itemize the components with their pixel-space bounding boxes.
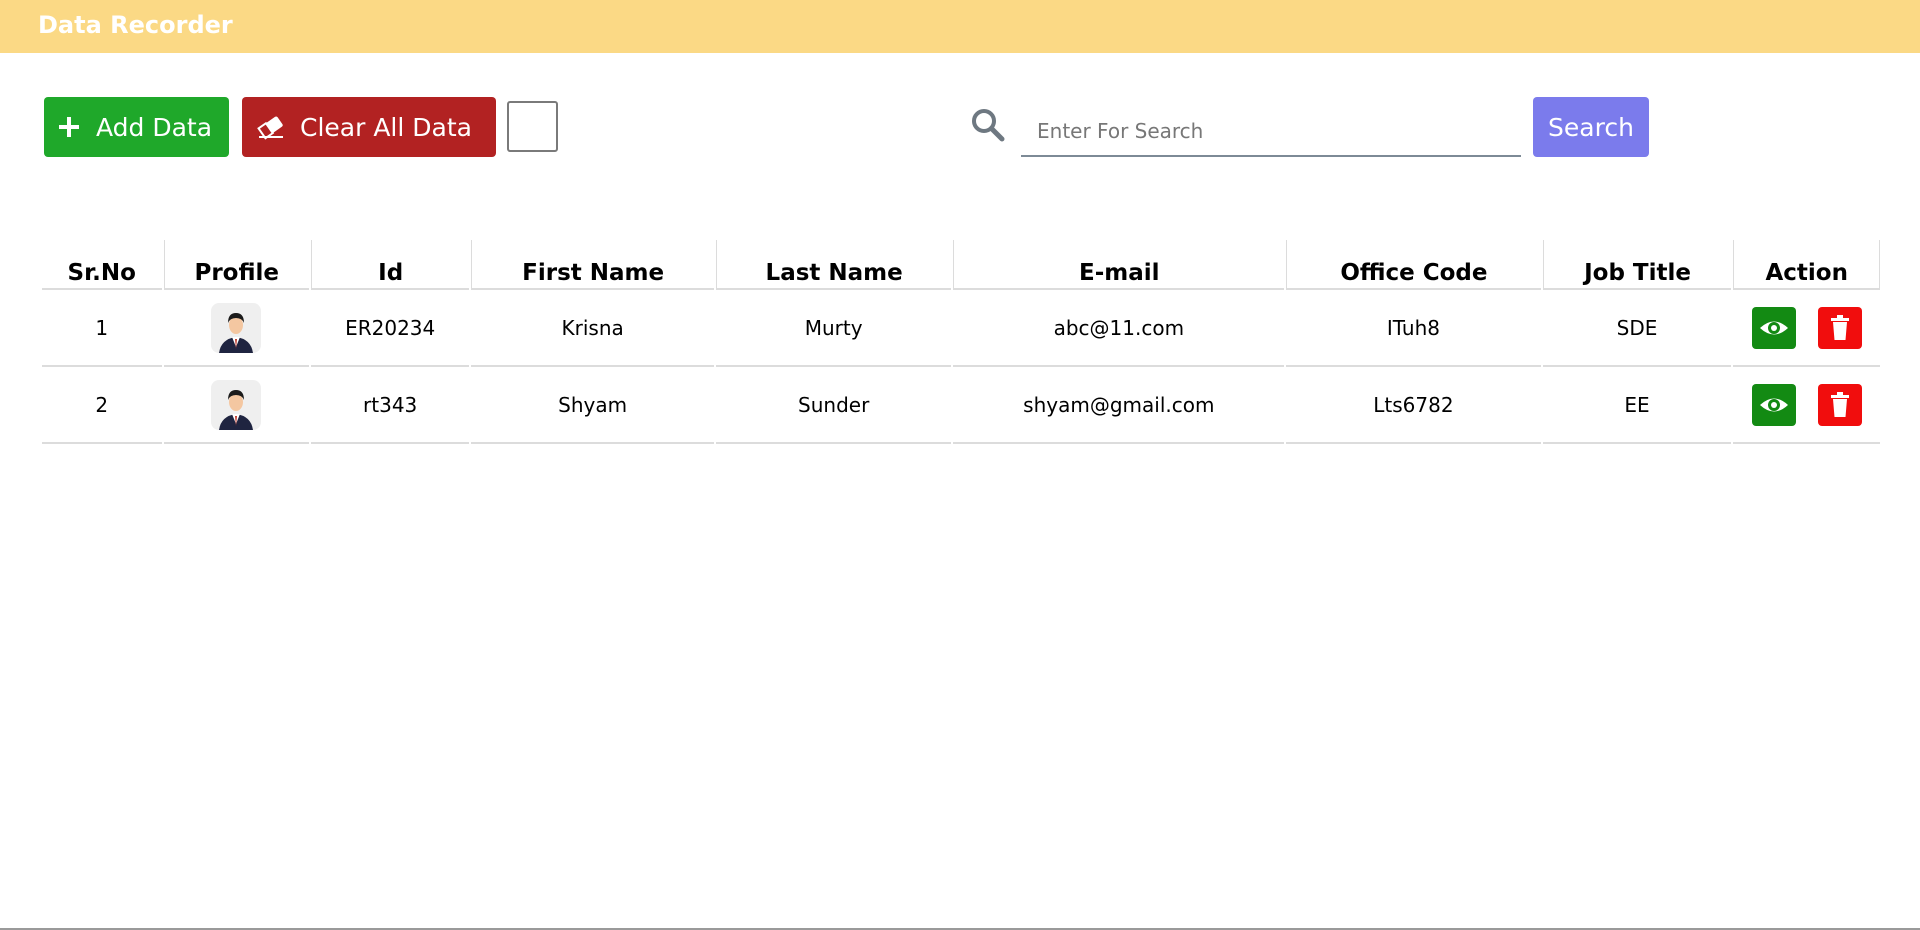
- avatar-icon: [211, 379, 262, 430]
- table-row: 1 ER20234 Krisna Murty abc@11.com ITuh8 …: [42, 290, 1880, 367]
- view-button[interactable]: [1751, 306, 1796, 349]
- view-button[interactable]: [1751, 383, 1796, 426]
- delete-button[interactable]: [1817, 383, 1862, 426]
- cell-action: [1733, 290, 1880, 367]
- cell-office-code: ITuh8: [1286, 290, 1541, 367]
- cell-email: abc@11.com: [953, 290, 1285, 367]
- cell-first-name: Shyam: [471, 367, 714, 444]
- cell-email: shyam@gmail.com: [953, 367, 1285, 444]
- avatar-icon: [211, 302, 262, 353]
- col-header-first-name: First Name: [471, 240, 714, 290]
- table-header-row: Sr.No Profile Id First Name Last Name E-…: [42, 240, 1880, 290]
- cell-job-title: EE: [1542, 367, 1732, 444]
- search-button[interactable]: Search: [1533, 97, 1649, 157]
- search-icon: [970, 107, 1006, 143]
- col-header-action: Action: [1733, 240, 1880, 290]
- app-title: Data Recorder: [38, 11, 233, 39]
- col-header-last-name: Last Name: [715, 240, 952, 290]
- trash-icon: [1830, 391, 1849, 417]
- col-header-profile: Profile: [163, 240, 309, 290]
- col-header-sr-no: Sr.No: [42, 240, 162, 290]
- cell-job-title: SDE: [1542, 290, 1732, 367]
- col-header-job-title: Job Title: [1542, 240, 1732, 290]
- trash-icon: [1830, 314, 1849, 340]
- col-header-id: Id: [310, 240, 470, 290]
- plus-icon: [54, 112, 84, 142]
- clear-all-data-button[interactable]: Clear All Data: [242, 97, 496, 157]
- select-checkbox[interactable]: [507, 101, 558, 152]
- cell-sr-no: 2: [42, 367, 162, 444]
- clear-all-data-label: Clear All Data: [300, 112, 472, 142]
- data-table: Sr.No Profile Id First Name Last Name E-…: [40, 240, 1882, 444]
- add-data-button[interactable]: Add Data: [44, 97, 229, 157]
- cell-id: ER20234: [310, 290, 470, 367]
- search-input[interactable]: [1021, 107, 1521, 157]
- cell-first-name: Krisna: [471, 290, 714, 367]
- cell-profile: [163, 367, 309, 444]
- eye-icon: [1759, 398, 1788, 411]
- eye-icon: [1759, 321, 1788, 334]
- cell-sr-no: 1: [42, 290, 162, 367]
- eraser-icon: [256, 112, 286, 142]
- table-row: 2 rt343 Shyam Sunder shyam@gmail.com Lts…: [42, 367, 1880, 444]
- add-data-label: Add Data: [96, 112, 213, 142]
- cell-id: rt343: [310, 367, 470, 444]
- col-header-office-code: Office Code: [1286, 240, 1541, 290]
- col-header-email: E-mail: [953, 240, 1285, 290]
- cell-last-name: Murty: [715, 290, 952, 367]
- cell-office-code: Lts6782: [1286, 367, 1541, 444]
- delete-button[interactable]: [1817, 306, 1862, 349]
- cell-action: [1733, 367, 1880, 444]
- cell-profile: [163, 290, 309, 367]
- cell-last-name: Sunder: [715, 367, 952, 444]
- app-header: Data Recorder: [0, 0, 1920, 53]
